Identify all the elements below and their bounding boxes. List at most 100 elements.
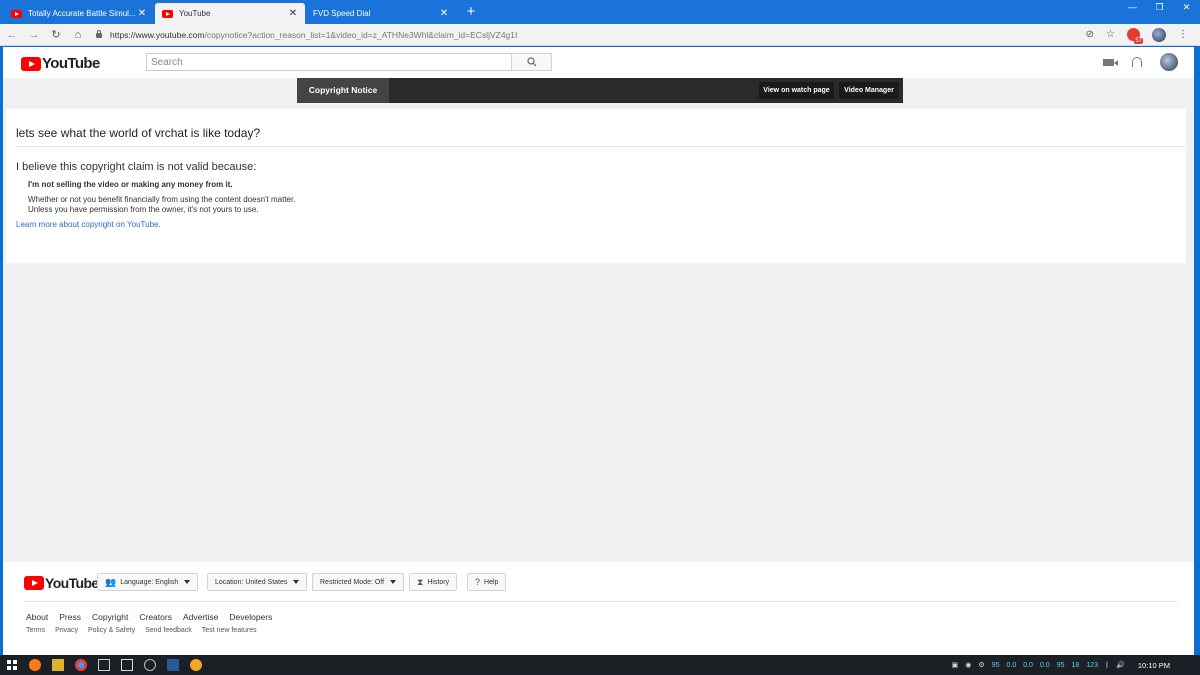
history-button[interactable]: ⧗ History (409, 573, 458, 591)
logo-text: YouTube (45, 575, 99, 591)
lock-icon (96, 30, 102, 38)
tray-value: 123 (1086, 661, 1098, 669)
location-button[interactable]: Location: United States (207, 573, 308, 591)
language-button[interactable]: 👥 Language: English (97, 573, 199, 591)
block-ads-icon[interactable]: ⊘ (1086, 29, 1094, 40)
page: YouTube Search Copyright Notice View on … (3, 47, 1194, 655)
footer-link-test-features[interactable]: Test new features (202, 627, 257, 634)
footer-link-privacy[interactable]: Privacy (55, 627, 78, 634)
close-window-button[interactable]: ✕ (1173, 0, 1200, 16)
footer-link-developers[interactable]: Developers (229, 612, 272, 622)
tab-fvd-speed-dial[interactable]: FVD Speed Dial ✕ (306, 3, 456, 24)
notice-title: Copyright Notice (297, 78, 389, 103)
tab-label: YouTube (179, 9, 211, 18)
app-icon[interactable] (167, 659, 179, 671)
tray-value: 0.0 (1006, 661, 1017, 669)
taskbar-apps (6, 659, 202, 671)
hourglass-icon: ⧗ (417, 576, 424, 587)
account-avatar[interactable] (1160, 53, 1178, 71)
footer-link-copyright[interactable]: Copyright (92, 612, 128, 622)
minimize-button[interactable]: — (1119, 0, 1146, 16)
taskbar-clock[interactable]: 10:10 PM (1138, 661, 1170, 670)
home-icon[interactable]: ⌂ (68, 29, 88, 41)
tray-value: 0.0 (1039, 661, 1050, 669)
bluetooth-icon[interactable]: ᛒ (1105, 662, 1109, 669)
history-label: History (427, 578, 450, 586)
tab-battle-simulator[interactable]: Totally Accurate Battle Simul... ✕ (4, 3, 154, 24)
file-explorer-icon[interactable] (52, 659, 64, 671)
help-icon: ? (475, 577, 481, 587)
view-on-watch-page-button[interactable]: View on watch page (759, 82, 834, 99)
steam-icon[interactable] (144, 659, 156, 671)
upload-camera-icon[interactable] (1103, 58, 1118, 66)
search-button[interactable] (511, 53, 552, 71)
copyright-notice-bar: Copyright Notice View on watch page Vide… (297, 78, 903, 103)
tray-value: 18 (1071, 661, 1080, 669)
tab-youtube[interactable]: YouTube ✕ (155, 3, 305, 24)
forward-arrow-icon[interactable]: → (24, 29, 44, 41)
new-tab-button[interactable]: + (461, 3, 481, 23)
tab-label: FVD Speed Dial (313, 9, 371, 18)
close-icon[interactable]: ✕ (439, 8, 449, 19)
language-label: Language: English (120, 578, 179, 586)
youtube-logo[interactable]: YouTube (21, 55, 100, 72)
footer-youtube-logo[interactable]: YouTube (24, 575, 99, 591)
url-bar[interactable]: https://www.youtube.com/copynotice?actio… (96, 30, 1086, 40)
discord-icon[interactable]: ◉ (965, 661, 971, 669)
tray-app-icon[interactable]: ⚙ (978, 661, 984, 669)
location-label: Location: United States (215, 578, 288, 586)
footer-secondary-links: Terms Privacy Policy & Safety Send feedb… (26, 627, 257, 634)
restricted-mode-button[interactable]: Restricted Mode: Off (312, 573, 405, 591)
tray-value: 95 (991, 661, 1000, 669)
video-title: lets see what the world of vrchat is lik… (16, 126, 261, 140)
firefox-icon[interactable] (29, 659, 41, 671)
caret-down-icon (184, 580, 191, 584)
footer-link-about[interactable]: About (26, 612, 48, 622)
reload-icon[interactable]: ↻ (46, 28, 66, 41)
explanation-line: Whether or not you benefit financially f… (28, 195, 296, 204)
footer-link-creators[interactable]: Creators (139, 612, 172, 622)
help-button[interactable]: ? Help (467, 573, 507, 591)
task-view-icon[interactable] (98, 659, 110, 671)
browser-tab-strip: Totally Accurate Battle Simul... ✕ YouTu… (0, 0, 1200, 24)
claim-reason: I'm not selling the video or making any … (28, 180, 233, 189)
youtube-extension-icon[interactable]: 57 (1127, 28, 1143, 44)
footer-primary-links: About Press Copyright Creators Advertise… (26, 612, 272, 622)
footer-link-send-feedback[interactable]: Send feedback (145, 627, 192, 634)
volume-icon[interactable]: 🔊 (1116, 661, 1125, 669)
caret-down-icon (293, 580, 300, 584)
restore-button[interactable]: ❐ (1146, 0, 1173, 16)
video-manager-button[interactable]: Video Manager (839, 82, 899, 99)
menu-dots-icon[interactable]: ⋮ (1178, 29, 1188, 40)
window-controls: — ❐ ✕ (1119, 0, 1200, 16)
url-host: https://www.youtube.com (110, 29, 205, 40)
extension-area: ⊘ ☆ 57 ⋮ (1086, 27, 1188, 44)
learn-more-link[interactable]: Learn more about copyright on YouTube. (16, 220, 161, 229)
claim-explanation: Whether or not you benefit financially f… (28, 195, 295, 215)
masthead: YouTube Search (3, 47, 1194, 78)
footer-link-press[interactable]: Press (59, 612, 81, 622)
search-icon (526, 57, 536, 67)
extension-badge: 57 (1134, 38, 1143, 44)
window-app-icon[interactable] (121, 659, 133, 671)
footer-link-advertise[interactable]: Advertise (183, 612, 218, 622)
search-input[interactable]: Search (146, 53, 512, 71)
footer: YouTube 👥 Language: English Location: Un… (3, 562, 1194, 655)
chrome-icon[interactable] (75, 659, 87, 671)
footer-link-policy-safety[interactable]: Policy & Safety (88, 627, 135, 634)
youtube-play-icon (24, 576, 44, 590)
twitch-icon[interactable]: ▣ (952, 661, 959, 669)
profile-avatar[interactable] (1152, 27, 1166, 42)
notifications-bell-icon[interactable] (1132, 57, 1142, 67)
close-icon[interactable]: ✕ (288, 8, 298, 19)
bookmark-star-icon[interactable]: ☆ (1106, 29, 1115, 40)
close-icon[interactable]: ✕ (137, 8, 147, 19)
footer-link-terms[interactable]: Terms (26, 627, 45, 634)
youtube-icon (11, 9, 22, 18)
explanation-line: Unless you have permission from the owne… (28, 205, 259, 214)
windows-start-icon[interactable] (6, 659, 18, 671)
divider (16, 146, 1186, 147)
back-arrow-icon[interactable]: ← (2, 29, 22, 41)
app-orange-icon[interactable] (190, 659, 202, 671)
footer-divider (24, 601, 1178, 602)
